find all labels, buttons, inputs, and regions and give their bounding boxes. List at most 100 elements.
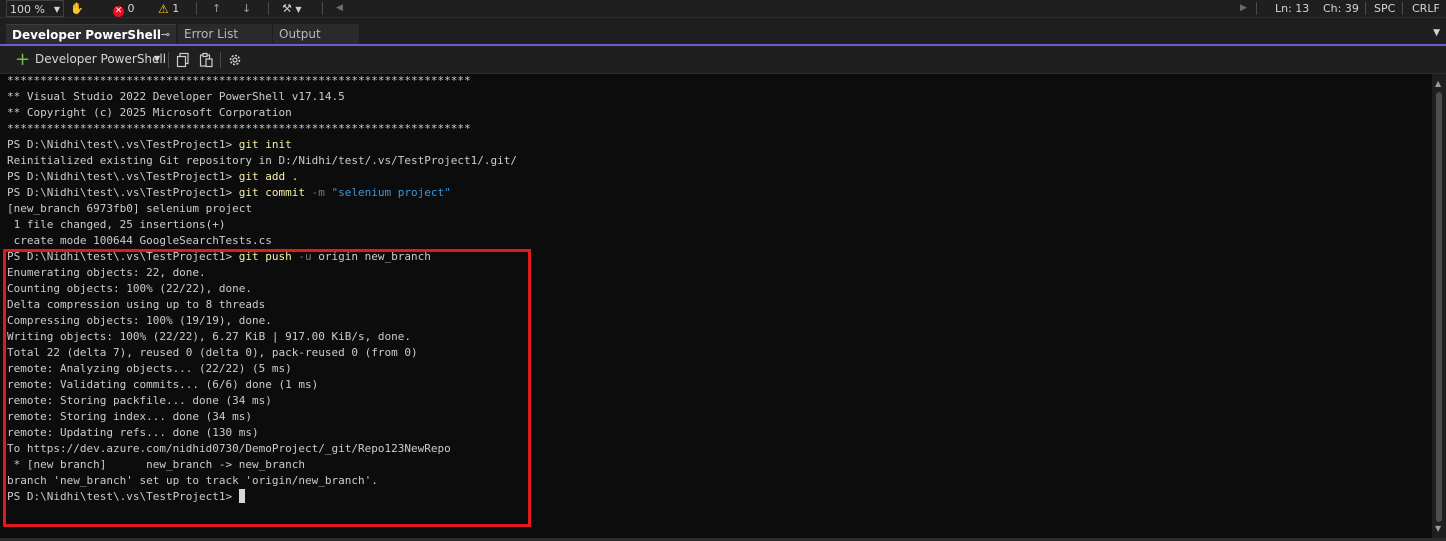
terminal-line: [new_branch 6973fb0] selenium project: [7, 201, 517, 217]
error-icon: ✕: [113, 6, 124, 17]
arrow-down-icon[interactable]: ↓: [242, 0, 251, 17]
terminal-line-text: PS D:\Nidhi\test\.vs\TestProject1>: [7, 138, 239, 151]
pin-icon[interactable]: ⊸: [161, 25, 170, 45]
terminal-line-text: [new_branch 6973fb0] selenium project: [7, 202, 253, 215]
scroll-right-icon[interactable]: ▶: [1240, 0, 1247, 17]
command-segment: [305, 186, 312, 199]
chevron-down-icon[interactable]: ▼: [154, 54, 160, 63]
warning-count: 1: [172, 2, 180, 15]
command-segment: -m: [311, 186, 325, 199]
terminal-line: Delta compression using up to 8 threads: [7, 297, 517, 313]
error-indicator[interactable]: ✕ 0: [113, 0, 135, 17]
terminal-line-text: remote: Storing index... done (34 ms): [7, 410, 253, 423]
copy-icon[interactable]: [175, 52, 191, 68]
scroll-down-icon[interactable]: ▼: [1435, 524, 1441, 533]
warning-indicator[interactable]: ⚠ 1: [158, 0, 179, 17]
text-cursor: [238, 489, 245, 503]
divider: [268, 2, 269, 15]
terminal-line: PS D:\Nidhi\test\.vs\TestProject1> git p…: [7, 249, 517, 265]
error-count: 0: [127, 2, 135, 15]
intellicode-icon[interactable]: ✋: [70, 0, 84, 17]
plus-icon[interactable]: +: [15, 49, 30, 71]
command-segment: origin new_branch: [311, 250, 431, 263]
terminal-line: Total 22 (delta 7), reused 0 (delta 0), …: [7, 345, 517, 361]
terminal-line-text: remote: Analyzing objects... (22/22) (5 …: [7, 362, 292, 375]
arrow-up-icon[interactable]: ↑: [212, 0, 221, 17]
scroll-up-icon[interactable]: ▲: [1435, 79, 1441, 88]
divider: [1365, 2, 1366, 15]
zoom-selector[interactable]: 100 % ▼: [6, 0, 64, 17]
divider: [220, 52, 221, 68]
terminal-line-text: PS D:\Nidhi\test\.vs\TestProject1>: [7, 490, 239, 503]
whitespace-mode[interactable]: SPC: [1374, 0, 1395, 17]
scrollbar-thumb[interactable]: [1436, 92, 1442, 522]
vertical-scrollbar[interactable]: ▲ ▼: [1432, 74, 1446, 538]
command-segment: git init: [238, 138, 292, 151]
terminal-line: PS D:\Nidhi\test\.vs\TestProject1> git a…: [7, 169, 517, 185]
terminal-line: PS D:\Nidhi\test\.vs\TestProject1> git c…: [7, 185, 517, 201]
terminal-line-text: To https://dev.azure.com/nidhid0730/Demo…: [7, 442, 451, 455]
paste-icon[interactable]: [198, 52, 214, 68]
terminal-line-text: Reinitialized existing Git repository in…: [7, 154, 517, 167]
terminal-line-text: Enumerating objects: 22, done.: [7, 266, 206, 279]
tab-accent-line: [0, 44, 1446, 46]
terminal-line-text: PS D:\Nidhi\test\.vs\TestProject1>: [7, 170, 239, 183]
brush-icon[interactable]: ⚒ ▼: [282, 0, 302, 17]
divider: [1402, 2, 1403, 15]
terminal-line-text: remote: Storing packfile... done (34 ms): [7, 394, 272, 407]
terminal-line: ** Visual Studio 2022 Developer PowerShe…: [7, 89, 517, 105]
terminal-line-text: 1 file changed, 25 insertions(+): [7, 218, 226, 231]
terminal-line-text: create mode 100644 GoogleSearchTests.cs: [7, 234, 272, 247]
command-segment: [325, 186, 332, 199]
terminal-line-text: branch 'new_branch' set up to track 'ori…: [7, 474, 378, 487]
terminal-line: ** Copyright (c) 2025 Microsoft Corporat…: [7, 105, 517, 121]
command-segment: git add .: [238, 170, 299, 183]
terminal-output[interactable]: ****************************************…: [0, 74, 1432, 538]
column-number[interactable]: Ch: 39: [1323, 0, 1359, 17]
command-segment: "selenium project": [331, 186, 451, 199]
command-segment: -u: [298, 250, 312, 263]
terminal-line: PS D:\Nidhi\test\.vs\TestProject1> git i…: [7, 137, 517, 153]
tab-developer-powershell[interactable]: Developer PowerShell ⊸: [6, 24, 176, 44]
terminal-line-text: Delta compression using up to 8 threads: [7, 298, 266, 311]
terminal-line-text: ** Copyright (c) 2025 Microsoft Corporat…: [7, 106, 292, 119]
terminal-line: Enumerating objects: 22, done.: [7, 265, 517, 281]
terminal-line-text: Counting objects: 100% (22/22), done.: [7, 282, 253, 295]
terminal-line-text: remote: Updating refs... done (130 ms): [7, 426, 259, 439]
command-segment: git commit: [238, 186, 306, 199]
terminal-line-text: PS D:\Nidhi\test\.vs\TestProject1>: [7, 186, 239, 199]
terminal-line: * [new branch] new_branch -> new_branch: [7, 457, 517, 473]
line-ending[interactable]: CRLF: [1412, 0, 1440, 17]
terminal-lines: ****************************************…: [7, 74, 517, 505]
divider: [322, 2, 323, 15]
settings-icon[interactable]: [227, 52, 243, 68]
terminal-line: ****************************************…: [7, 121, 517, 137]
terminal-line-text: Writing objects: 100% (22/22), 6.27 KiB …: [7, 330, 411, 343]
terminal-line-text: Total 22 (delta 7), reused 0 (delta 0), …: [7, 346, 418, 359]
terminal-toolbar: + Developer PowerShell ▼: [0, 47, 1446, 74]
terminal-line-text: ****************************************…: [7, 122, 471, 135]
command-segment: git push: [238, 250, 292, 263]
terminal-line: remote: Updating refs... done (130 ms): [7, 425, 517, 441]
chevron-down-icon[interactable]: ▼: [1433, 28, 1440, 38]
scroll-left-icon[interactable]: ◀: [336, 0, 343, 17]
terminal-line: remote: Validating commits... (6/6) done…: [7, 377, 517, 393]
terminal-line-text: ** Visual Studio 2022 Developer PowerShe…: [7, 90, 345, 103]
warning-icon: ⚠: [158, 2, 169, 16]
divider: [168, 52, 169, 68]
editor-status-strip: 100 % ▼ ✋ ✕ 0 ⚠ 1 ↑ ↓ ⚒ ▼ ◀ ▶ Ln: 13 Ch:…: [0, 0, 1446, 18]
new-terminal-button[interactable]: Developer PowerShell: [35, 52, 166, 66]
tab-error-list[interactable]: Error List: [178, 24, 272, 44]
line-number[interactable]: Ln: 13: [1275, 0, 1309, 17]
terminal-line: remote: Storing index... done (34 ms): [7, 409, 517, 425]
divider: [1256, 2, 1257, 15]
terminal-line: branch 'new_branch' set up to track 'ori…: [7, 473, 517, 489]
tab-label: Output: [279, 27, 321, 41]
terminal-line: ****************************************…: [7, 74, 517, 89]
terminal-line: PS D:\Nidhi\test\.vs\TestProject1>: [7, 489, 517, 505]
tab-output[interactable]: Output: [273, 24, 359, 44]
terminal-line-text: PS D:\Nidhi\test\.vs\TestProject1>: [7, 250, 239, 263]
terminal-line-text: ****************************************…: [7, 74, 471, 87]
terminal-line: Writing objects: 100% (22/22), 6.27 KiB …: [7, 329, 517, 345]
terminal-line: Counting objects: 100% (22/22), done.: [7, 281, 517, 297]
